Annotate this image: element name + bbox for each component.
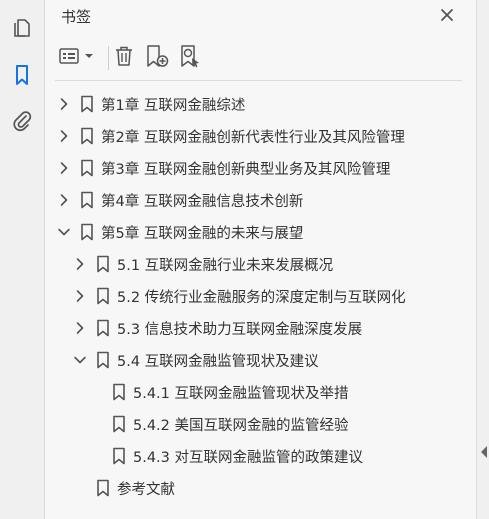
chevron-right-icon[interactable] <box>73 289 87 303</box>
bookmark-label: 第3章 互联网金融创新典型业务及其风险管理 <box>101 162 391 178</box>
delete-icon <box>114 45 134 71</box>
pages-icon[interactable] <box>10 16 34 40</box>
bookmark-icon <box>96 479 110 497</box>
chevron-down-icon[interactable] <box>73 353 87 367</box>
bookmark-icon <box>112 383 126 401</box>
bookmark-icon[interactable] <box>10 63 34 87</box>
bookmark-icon <box>80 127 94 145</box>
bookmark-item[interactable]: 5.3 信息技术助力互联网金融深度发展 <box>45 312 476 344</box>
bookmark-icon <box>80 95 94 113</box>
chevron-right-icon[interactable] <box>73 321 87 335</box>
bookmark-icon <box>80 191 94 209</box>
close-icon[interactable] <box>436 4 458 26</box>
chevron-right-icon[interactable] <box>73 257 87 271</box>
navigation-rail <box>0 0 44 519</box>
options-menu-icon <box>58 46 96 70</box>
toolbar-divider <box>108 46 109 70</box>
panel-title: 书签 <box>61 8 92 26</box>
bookmark-icon <box>96 255 110 273</box>
bookmark-icon <box>80 159 94 177</box>
bookmark-label: 第2章 互联网金融创新代表性行业及其风险管理 <box>101 130 405 146</box>
panel-toolbar <box>45 42 476 76</box>
bookmark-item[interactable]: 第5章 互联网金融的未来与展望 <box>45 216 476 248</box>
bookmark-item[interactable]: 5.4 互联网金融监管现状及建议 <box>45 344 476 376</box>
bookmark-item[interactable]: 第1章 互联网金融综述 <box>45 88 476 120</box>
options-menu-button[interactable] <box>57 42 97 74</box>
bookmark-label: 5.2 传统行业金融服务的深度定制与互联网化 <box>117 290 406 306</box>
bookmark-item[interactable]: 第2章 互联网金融创新代表性行业及其风险管理 <box>45 120 476 152</box>
bookmark-item[interactable]: 5.1 互联网金融行业未来发展概况 <box>45 248 476 280</box>
bookmark-label: 第1章 互联网金融综述 <box>101 98 246 114</box>
bookmark-icon <box>112 447 126 465</box>
bookmark-item[interactable]: 5.2 传统行业金融服务的深度定制与互联网化 <box>45 280 476 312</box>
bookmark-label: 5.4.1 互联网金融监管现状及举措 <box>133 386 349 402</box>
collapse-arrow-icon[interactable] <box>481 446 487 458</box>
bookmark-icon <box>96 351 110 369</box>
chevron-right-icon[interactable] <box>57 193 71 207</box>
bookmarks-panel: 书签 第1章 互联网金融综述 第2章 互联网金融创新代表性行业及其风险管理 第3… <box>45 0 476 519</box>
bookmark-item[interactable]: 5.4.3 对互联网金融监管的政策建议 <box>45 440 476 472</box>
panel-resize-edge[interactable] <box>476 0 489 519</box>
bookmark-icon <box>112 415 126 433</box>
bookmark-label: 参考文献 <box>117 482 175 498</box>
bookmark-tree: 第1章 互联网金融综述第2章 互联网金融创新代表性行业及其风险管理 第3章 互联网… <box>45 88 476 504</box>
bookmark-item[interactable]: 第4章 互联网金融信息技术创新 <box>45 184 476 216</box>
bookmark-search-icon <box>179 44 203 72</box>
bookmark-icon <box>96 319 110 337</box>
attachment-icon[interactable] <box>10 109 34 133</box>
new-bookmark-icon <box>145 44 169 72</box>
bookmark-search-button[interactable] <box>177 42 205 74</box>
chevron-down-icon[interactable] <box>57 225 71 239</box>
bookmark-item[interactable]: 5.4.1 互联网金融监管现状及举措 <box>45 376 476 408</box>
bookmark-label: 第4章 互联网金融信息技术创新 <box>101 194 304 210</box>
chevron-right-icon[interactable] <box>57 129 71 143</box>
bookmark-icon <box>80 223 94 241</box>
bookmark-label: 5.4.3 对互联网金融监管的政策建议 <box>133 450 364 466</box>
chevron-right-icon[interactable] <box>57 97 71 111</box>
bookmark-item[interactable]: 第3章 互联网金融创新典型业务及其风险管理 <box>45 152 476 184</box>
bookmark-icon <box>96 287 110 305</box>
bookmark-label: 5.4 互联网金融监管现状及建议 <box>117 354 319 370</box>
bookmark-label: 5.4.2 美国互联网金融的监管经验 <box>133 418 349 434</box>
new-bookmark-button[interactable] <box>143 42 171 74</box>
toolbar-divider-line <box>55 80 462 81</box>
bookmark-item[interactable]: 参考文献 <box>45 472 476 504</box>
chevron-right-icon[interactable] <box>57 161 71 175</box>
delete-bookmark-button[interactable] <box>111 42 137 74</box>
bookmark-label: 第5章 互联网金融的未来与展望 <box>101 226 304 242</box>
bookmark-label: 5.1 互联网金融行业未来发展概况 <box>117 258 334 274</box>
bookmark-label: 5.3 信息技术助力互联网金融深度发展 <box>117 322 363 338</box>
bookmark-item[interactable]: 5.4.2 美国互联网金融的监管经验 <box>45 408 476 440</box>
